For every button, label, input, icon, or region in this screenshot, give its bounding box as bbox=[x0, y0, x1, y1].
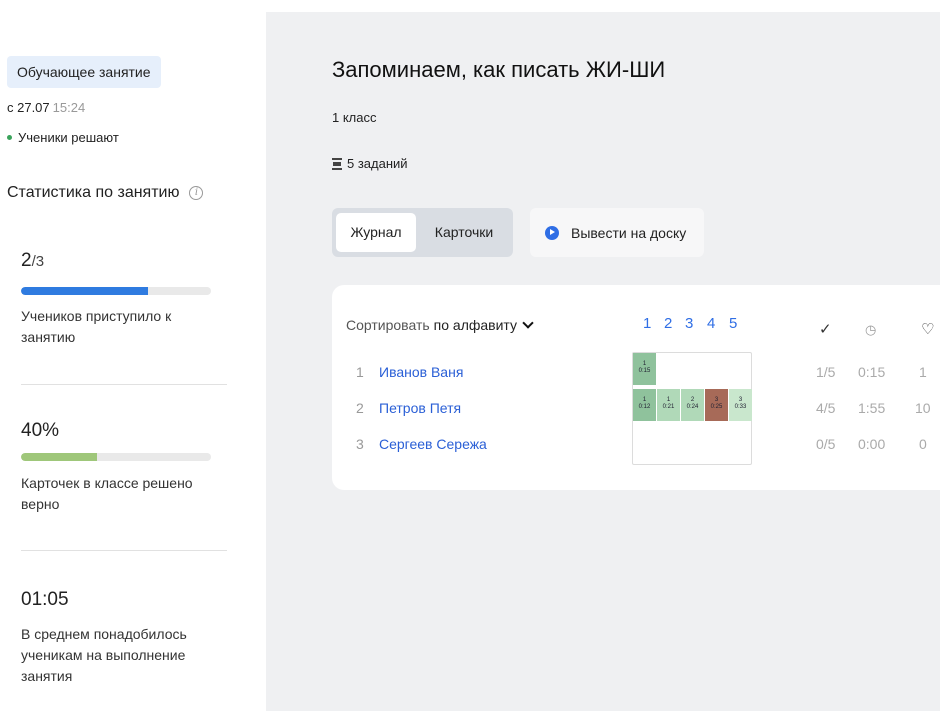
attempt-time: 0:33 bbox=[734, 404, 747, 410]
attempt-cell[interactable]: 1 0:21 bbox=[657, 389, 680, 421]
attempt-cell[interactable]: 3 0:25 bbox=[705, 389, 728, 421]
score: 10 bbox=[915, 400, 931, 416]
attempt-cell[interactable]: 3 0:33 bbox=[729, 389, 752, 421]
play-icon bbox=[545, 225, 559, 240]
time-spent: 1:55 bbox=[858, 400, 886, 416]
avg-time-desc: В среднем понадобилось ученикам на выпол… bbox=[21, 626, 187, 684]
task-number[interactable]: 4 bbox=[707, 315, 715, 332]
attempt-number: 3 bbox=[738, 397, 743, 403]
sidebar: Обучающее занятие с 27.07 15:24 Ученики р… bbox=[0, 0, 266, 711]
grade-label: 1 класс bbox=[332, 110, 377, 125]
row-index: 1 bbox=[356, 364, 364, 380]
attempt-number: 3 bbox=[714, 397, 719, 403]
sort-label: Сортировать bbox=[346, 317, 430, 333]
row-index: 2 bbox=[356, 400, 364, 416]
task-number[interactable]: 5 bbox=[729, 315, 737, 332]
attempt-number: 1 bbox=[666, 397, 671, 403]
students-started-progress-fill bbox=[21, 287, 149, 295]
students-started-value: 2/3 bbox=[21, 250, 44, 272]
divider bbox=[21, 550, 227, 551]
attempt-cell[interactable]: 2 0:24 bbox=[681, 389, 704, 421]
attempt-number: 1 bbox=[642, 361, 647, 367]
students-started-desc: Учеников приступило к занятию bbox=[21, 308, 172, 345]
stats-title-text: Статистика по занятию bbox=[7, 184, 180, 201]
task-number[interactable]: 1 bbox=[643, 315, 651, 332]
info-icon[interactable]: i bbox=[189, 186, 204, 200]
attempt-number: 1 bbox=[642, 397, 647, 403]
students-started-progress bbox=[21, 287, 211, 295]
lesson-type-badge: Обучающее занятие bbox=[7, 56, 161, 88]
start-date-label: с 27.07 bbox=[7, 100, 50, 115]
tasks-count-text: 5 заданий bbox=[347, 156, 408, 171]
attempt-time: 0:24 bbox=[686, 404, 699, 410]
cards-correct-progress bbox=[21, 453, 211, 461]
cards-correct-progress-fill bbox=[21, 453, 97, 461]
heart-icon: ♡ bbox=[921, 321, 935, 338]
attempt-time: 0:15 bbox=[638, 368, 651, 374]
solved-count: 1/5 bbox=[816, 364, 836, 380]
tasks-count: 5 заданий bbox=[332, 156, 408, 171]
time-spent: 0:15 bbox=[858, 364, 886, 380]
sort-value: по алфавиту bbox=[433, 317, 517, 333]
divider bbox=[21, 384, 227, 385]
score: 1 bbox=[919, 364, 927, 380]
show-on-board-label: Вывести на доску bbox=[571, 224, 687, 241]
attempt-number: 2 bbox=[690, 397, 695, 403]
attempt-cell[interactable]: 1 0:15 bbox=[633, 353, 656, 385]
stats-title: Статистика по занятию i bbox=[7, 184, 204, 202]
task-number[interactable]: 3 bbox=[685, 315, 693, 332]
student-name-link[interactable]: Петров Петя bbox=[379, 400, 461, 416]
journal-card: Сортировать по алфавиту 1 2 3 4 5 ✓ ◷ ♡ … bbox=[332, 285, 940, 490]
attempt-time: 0:25 bbox=[710, 404, 723, 410]
attempt-cell[interactable]: 1 0:12 bbox=[633, 389, 656, 421]
cards-correct-desc: Карточек в классе решено верно bbox=[21, 475, 193, 512]
start-date: с 27.07 15:24 bbox=[7, 100, 85, 115]
status-text: Ученики решают bbox=[18, 130, 119, 145]
score: 0 bbox=[919, 436, 927, 452]
tab-journal[interactable]: Журнал bbox=[336, 213, 416, 252]
view-switcher: Журнал Карточки bbox=[332, 208, 513, 257]
task-number[interactable]: 2 bbox=[664, 315, 672, 332]
page-title: Запоминаем, как писать ЖИ-ШИ bbox=[332, 57, 666, 82]
students-started-count: 2 bbox=[21, 250, 32, 271]
cards-correct-value: 40% bbox=[21, 420, 60, 441]
solved-count: 0/5 bbox=[816, 436, 836, 452]
student-name-link[interactable]: Сергеев Сережа bbox=[379, 436, 487, 452]
main-panel: Запоминаем, как писать ЖИ-ШИ 1 класс 5 з… bbox=[266, 12, 940, 711]
status-dot-icon bbox=[7, 135, 12, 140]
tasks-icon bbox=[332, 157, 342, 170]
time-spent: 0:00 bbox=[858, 436, 886, 452]
lesson-status: Ученики решают bbox=[7, 130, 119, 145]
sort-control[interactable]: Сортировать по алфавиту bbox=[346, 317, 534, 333]
show-on-board-button[interactable]: Вывести на доску bbox=[530, 208, 704, 257]
row-index: 3 bbox=[356, 436, 364, 452]
solved-count: 4/5 bbox=[816, 400, 836, 416]
clock-icon: ◷ bbox=[865, 322, 877, 337]
students-started-total: /3 bbox=[31, 253, 45, 270]
checkmark-icon: ✓ bbox=[819, 321, 832, 338]
attempts-grid: 1 0:15 1 0:12 1 0:21 2 0:24 3 0:25 3 0:33 bbox=[632, 352, 752, 465]
avg-time-value: 01:05 bbox=[21, 589, 69, 610]
chevron-down-icon bbox=[522, 317, 534, 329]
attempt-time: 0:21 bbox=[662, 404, 675, 410]
tab-cards[interactable]: Карточки bbox=[420, 213, 508, 252]
student-name-link[interactable]: Иванов Ваня bbox=[379, 364, 463, 380]
attempt-time: 0:12 bbox=[638, 404, 651, 410]
start-time: 15:24 bbox=[52, 100, 86, 115]
